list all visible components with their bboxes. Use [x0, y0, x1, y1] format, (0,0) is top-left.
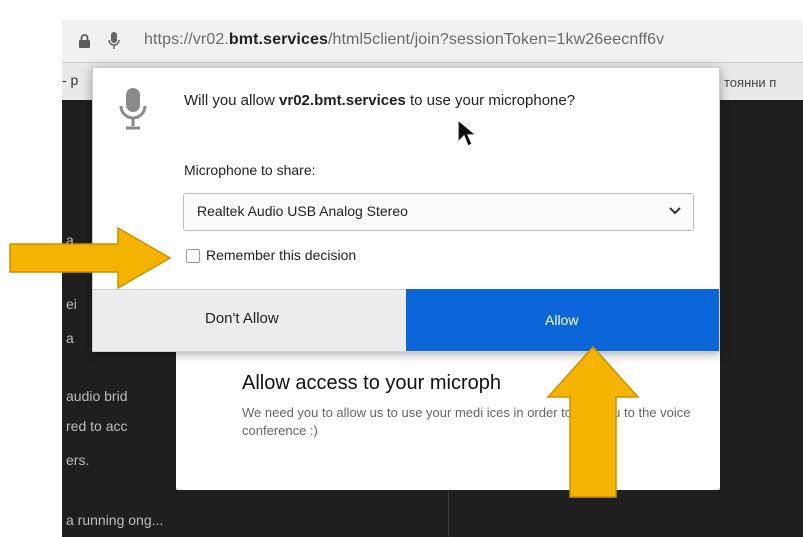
- lock-icon[interactable]: [78, 34, 91, 48]
- bg-text-line: ei: [66, 296, 77, 312]
- bookmark-item-right[interactable]: тоянни п: [724, 75, 776, 90]
- remember-decision-label[interactable]: Remember this decision: [206, 247, 356, 263]
- microphone-share-label: Microphone to share:: [184, 162, 316, 178]
- modal-title: Allow access to your microph: [242, 372, 501, 394]
- selected-device-text: Realtek Audio USB Analog Stereo: [197, 203, 408, 219]
- url-prefix: https://vr02.: [144, 31, 229, 48]
- chevron-down-icon[interactable]: [668, 205, 682, 217]
- dont-allow-label[interactable]: Don't Allow: [205, 310, 279, 327]
- question-domain: vr02.bmt.services: [279, 92, 406, 109]
- url-suffix: /html5client/join?sessionToken=1kw26eecn…: [327, 31, 665, 48]
- microphone-permission-icon[interactable]: [108, 31, 120, 51]
- bookmark-item-left[interactable]: - p: [62, 72, 78, 88]
- arrow-right-icon: [9, 226, 172, 290]
- question-suffix: to use your microphone?: [405, 92, 576, 109]
- microphone-icon: [119, 88, 147, 130]
- allow-label[interactable]: Allow: [545, 312, 578, 328]
- mouse-cursor-icon: [457, 118, 478, 147]
- modal-body: We need you to allow us to use your medi…: [242, 405, 691, 438]
- url-domain: bmt.services: [228, 31, 328, 48]
- question-prefix: Will you allow: [184, 92, 280, 109]
- bg-text-line: red to acc: [66, 418, 128, 434]
- bg-text-line: a running ong...: [66, 512, 164, 528]
- permission-question: Will you allow vr02.bmt.services to use …: [184, 90, 604, 112]
- bg-text-line: ers.: [66, 452, 90, 468]
- bg-text-line: audio brid: [66, 388, 128, 404]
- url-text[interactable]: https://vr02.bmt.services/html5client/jo…: [144, 31, 664, 49]
- remember-decision-checkbox[interactable]: [186, 249, 200, 263]
- bg-text-line: a: [66, 330, 74, 346]
- arrow-up-icon: [546, 345, 640, 498]
